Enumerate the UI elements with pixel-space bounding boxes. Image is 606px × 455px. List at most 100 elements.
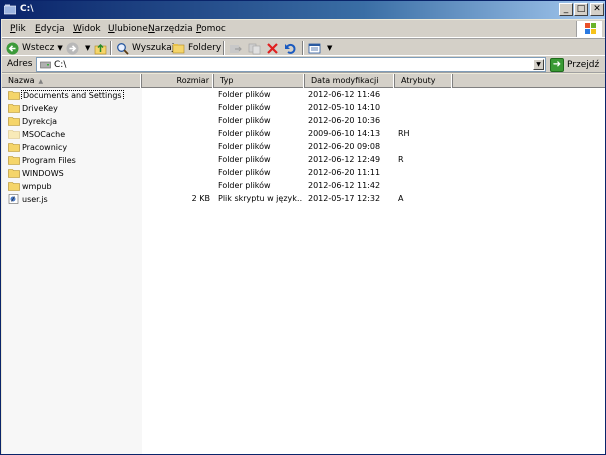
file-modified-date: 2012-06-20 11:11 xyxy=(308,168,381,177)
file-name-cell[interactable]: Pracownicy xyxy=(8,142,138,152)
copy-to-icon xyxy=(248,43,261,54)
column-header-name[interactable]: Nazwa ▲ xyxy=(2,74,142,88)
title-bar[interactable]: C:\ _ □ ✕ xyxy=(1,1,605,19)
address-bar: Adres C:\ ▼ ➜ Przejdź xyxy=(2,56,605,73)
back-button[interactable]: Wstecz ▼ xyxy=(6,41,63,55)
file-type: Folder plików xyxy=(218,168,271,177)
undo-button[interactable] xyxy=(284,41,300,55)
file-name: Program Files xyxy=(22,155,76,165)
folders-button[interactable]: Foldery xyxy=(172,41,221,55)
file-size: 2 KB xyxy=(191,194,210,203)
file-modified-date: 2012-05-10 14:10 xyxy=(308,103,381,112)
up-folder-icon xyxy=(94,43,107,54)
go-arrow-icon: ➜ xyxy=(550,57,564,72)
toolbar: Wstecz ▼ ▼ Wyszukaj Foldery ▼ xyxy=(2,38,605,56)
file-name-cell[interactable]: Dyrekcja xyxy=(8,116,138,126)
back-dropdown-icon[interactable]: ▼ xyxy=(57,44,62,52)
column-header-size[interactable]: Rozmiar xyxy=(142,74,214,88)
file-name: Dyrekcja xyxy=(22,116,58,126)
table-row[interactable]: Pracownicy Folder plików 2012-06-20 09:08 xyxy=(2,141,605,154)
file-modified-date: 2012-06-20 10:36 xyxy=(308,116,381,125)
address-value: C:\ xyxy=(54,60,67,70)
folder-window-icon xyxy=(4,4,16,15)
file-name-cell[interactable]: WINDOWS xyxy=(8,168,138,178)
up-folder-button[interactable] xyxy=(94,41,110,55)
table-row[interactable]: WINDOWS Folder plików 2012-06-20 11:11 xyxy=(2,167,605,180)
window-title: C:\ xyxy=(20,4,34,14)
windows-logo-icon xyxy=(576,21,602,37)
close-button[interactable]: ✕ xyxy=(590,3,604,16)
menu-view[interactable]: Widok xyxy=(73,24,101,34)
table-row[interactable]: wmpub Folder plików 2012-06-12 11:42 xyxy=(2,180,605,193)
forward-arrow-icon xyxy=(66,42,79,54)
explorer-window: C:\ _ □ ✕ Plik Edycja Widok Ulubione Nar… xyxy=(0,0,606,455)
hidden-folder-icon xyxy=(8,130,20,139)
file-list[interactable]: Nazwa ▲ Rozmiar Typ Data modyfikacji Atry… xyxy=(2,74,605,454)
toolbar-separator xyxy=(223,41,225,55)
file-name-cell[interactable]: DriveKey xyxy=(8,103,138,113)
column-header-date[interactable]: Data modyfikacji xyxy=(305,74,395,88)
table-row[interactable]: Program Files Folder plików 2012-06-12 12:… xyxy=(2,154,605,167)
menu-file[interactable]: Plik xyxy=(10,24,26,34)
address-input[interactable]: C:\ ▼ xyxy=(36,57,546,72)
views-button[interactable]: ▼ xyxy=(308,41,332,55)
file-name-cell[interactable]: user.js xyxy=(8,194,138,204)
folder-icon xyxy=(8,91,20,100)
folder-icon xyxy=(8,182,20,191)
table-row[interactable]: user.js 2 KB Plik skryptu w język… 2012-05-… xyxy=(2,193,605,206)
table-row[interactable]: Dyrekcja Folder plików 2012-06-20 10:36 xyxy=(2,115,605,128)
sort-ascending-icon: ▲ xyxy=(38,78,44,85)
file-name: user.js xyxy=(22,194,48,204)
file-name: MSOCache xyxy=(22,129,66,139)
column-header-type[interactable]: Typ xyxy=(214,74,305,88)
file-name-cell[interactable]: wmpub xyxy=(8,181,138,191)
folders-icon xyxy=(172,43,185,53)
folder-icon xyxy=(8,156,20,165)
script-file-icon xyxy=(8,194,19,204)
table-row[interactable]: DriveKey Folder plików 2012-05-10 14:10 xyxy=(2,102,605,115)
file-attributes: RH xyxy=(398,129,410,138)
file-name: wmpub xyxy=(22,181,52,191)
file-type: Folder plików xyxy=(218,103,271,112)
toolbar-separator xyxy=(110,41,112,55)
file-type: Folder plików xyxy=(218,116,271,125)
file-name-cell[interactable]: MSOCache xyxy=(8,129,138,139)
delete-button[interactable] xyxy=(266,41,282,55)
file-name-cell[interactable]: Documents and Settings xyxy=(8,90,138,100)
table-row[interactable]: MSOCache Folder plików 2009-06-10 14:13 RH xyxy=(2,128,605,141)
search-icon xyxy=(117,42,129,55)
menu-favorites[interactable]: Ulubione xyxy=(108,24,148,34)
folder-icon xyxy=(8,143,20,152)
copy-to-button[interactable] xyxy=(248,41,264,55)
file-modified-date: 2012-05-17 12:32 xyxy=(308,194,381,203)
column-header-attributes[interactable]: Atrybuty xyxy=(395,74,453,88)
file-type: Folder plików xyxy=(218,155,271,164)
folder-icon xyxy=(8,169,20,178)
file-name-cell[interactable]: Program Files xyxy=(8,155,138,165)
drive-icon xyxy=(40,61,51,69)
forward-button[interactable]: ▼ xyxy=(66,41,90,55)
go-button[interactable]: ➜ Przejdź xyxy=(550,57,599,72)
search-button[interactable]: Wyszukaj xyxy=(116,41,174,55)
move-to-icon xyxy=(230,44,242,53)
address-dropdown-icon[interactable]: ▼ xyxy=(533,59,544,70)
menu-bar: Plik Edycja Widok Ulubione Narzędzia Pom… xyxy=(2,20,605,38)
menu-edit[interactable]: Edycja xyxy=(35,24,65,34)
back-arrow-icon xyxy=(6,42,19,54)
file-type: Plik skryptu w język… xyxy=(218,194,302,203)
folder-icon xyxy=(8,104,20,113)
move-to-button[interactable] xyxy=(229,41,245,55)
minimize-button[interactable]: _ xyxy=(559,3,573,16)
maximize-button[interactable]: □ xyxy=(574,3,588,16)
file-name: Pracownicy xyxy=(22,142,68,152)
file-type: Folder plików xyxy=(218,142,271,151)
views-dropdown-icon[interactable]: ▼ xyxy=(327,44,332,52)
table-row[interactable]: Documents and Settings Folder plików 2012-… xyxy=(2,89,605,102)
file-modified-date: 2012-06-12 12:49 xyxy=(308,155,381,164)
menu-tools[interactable]: Narzędzia xyxy=(148,24,193,34)
folder-icon xyxy=(8,117,20,126)
menu-help[interactable]: Pomoc xyxy=(196,24,226,34)
file-modified-date: 2012-06-20 09:08 xyxy=(308,142,381,151)
forward-dropdown-icon[interactable]: ▼ xyxy=(85,44,90,52)
file-name: WINDOWS xyxy=(22,168,64,178)
